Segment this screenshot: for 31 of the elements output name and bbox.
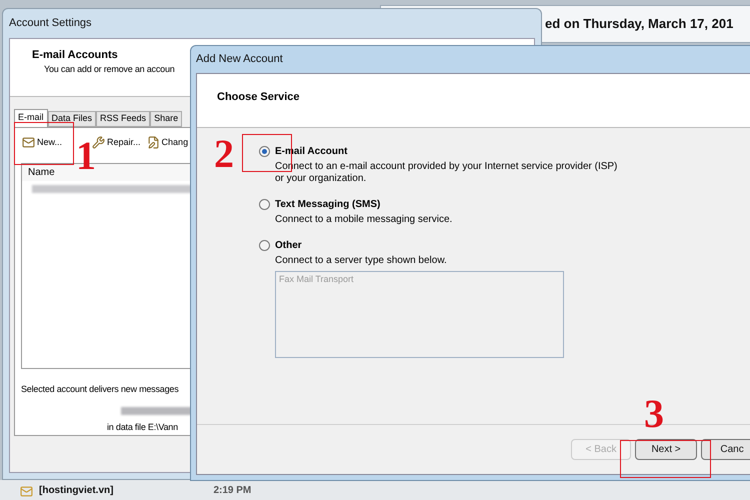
dialog-button[interactable]: Next > xyxy=(635,439,698,460)
option-label[interactable]: Other xyxy=(275,238,302,252)
step-number: 3 xyxy=(644,394,664,434)
tab[interactable]: RSS Feeds xyxy=(96,110,150,126)
dialog-heading: Choose Service xyxy=(217,90,300,102)
taskbar-time: 2:19 PM xyxy=(213,484,252,498)
toolbar-icon xyxy=(146,136,160,149)
tab[interactable]: E-mail xyxy=(14,108,48,126)
section-subtitle: You can add or remove an accoun xyxy=(44,63,175,76)
window-title: Account Settings xyxy=(9,16,93,31)
toolbar-icon xyxy=(22,136,35,149)
option-label[interactable]: Text Messaging (SMS) xyxy=(275,196,380,212)
data-file-text: in data file E:\Vann xyxy=(107,420,178,434)
delivery-text: Selected account delivers new messages xyxy=(21,383,178,396)
window-title: ed on Thursday, March 17, 201 xyxy=(545,15,734,34)
annotation-frame xyxy=(14,122,74,165)
envelope-icon xyxy=(20,485,33,498)
dialog-title: Add New Account xyxy=(196,52,284,67)
toolbar-button[interactable]: New... xyxy=(21,136,64,149)
radio-button[interactable] xyxy=(259,146,270,156)
dialog-button[interactable]: Canc xyxy=(701,439,750,460)
section-title: E-mail Accounts xyxy=(32,48,118,62)
option-description: Connect to a mobile messaging service. xyxy=(275,214,454,226)
tab[interactable]: Data Files xyxy=(48,110,96,126)
toolbar-button[interactable]: Chang xyxy=(146,136,190,149)
radio-button[interactable] xyxy=(259,240,270,250)
option-description: Connect to a server type shown below. xyxy=(275,254,448,266)
radio-button[interactable] xyxy=(259,198,270,210)
taskbar-item[interactable]: [hostingviet.vn] xyxy=(39,483,114,498)
toolbar-icon xyxy=(92,136,106,149)
tab[interactable]: Share xyxy=(150,110,182,126)
